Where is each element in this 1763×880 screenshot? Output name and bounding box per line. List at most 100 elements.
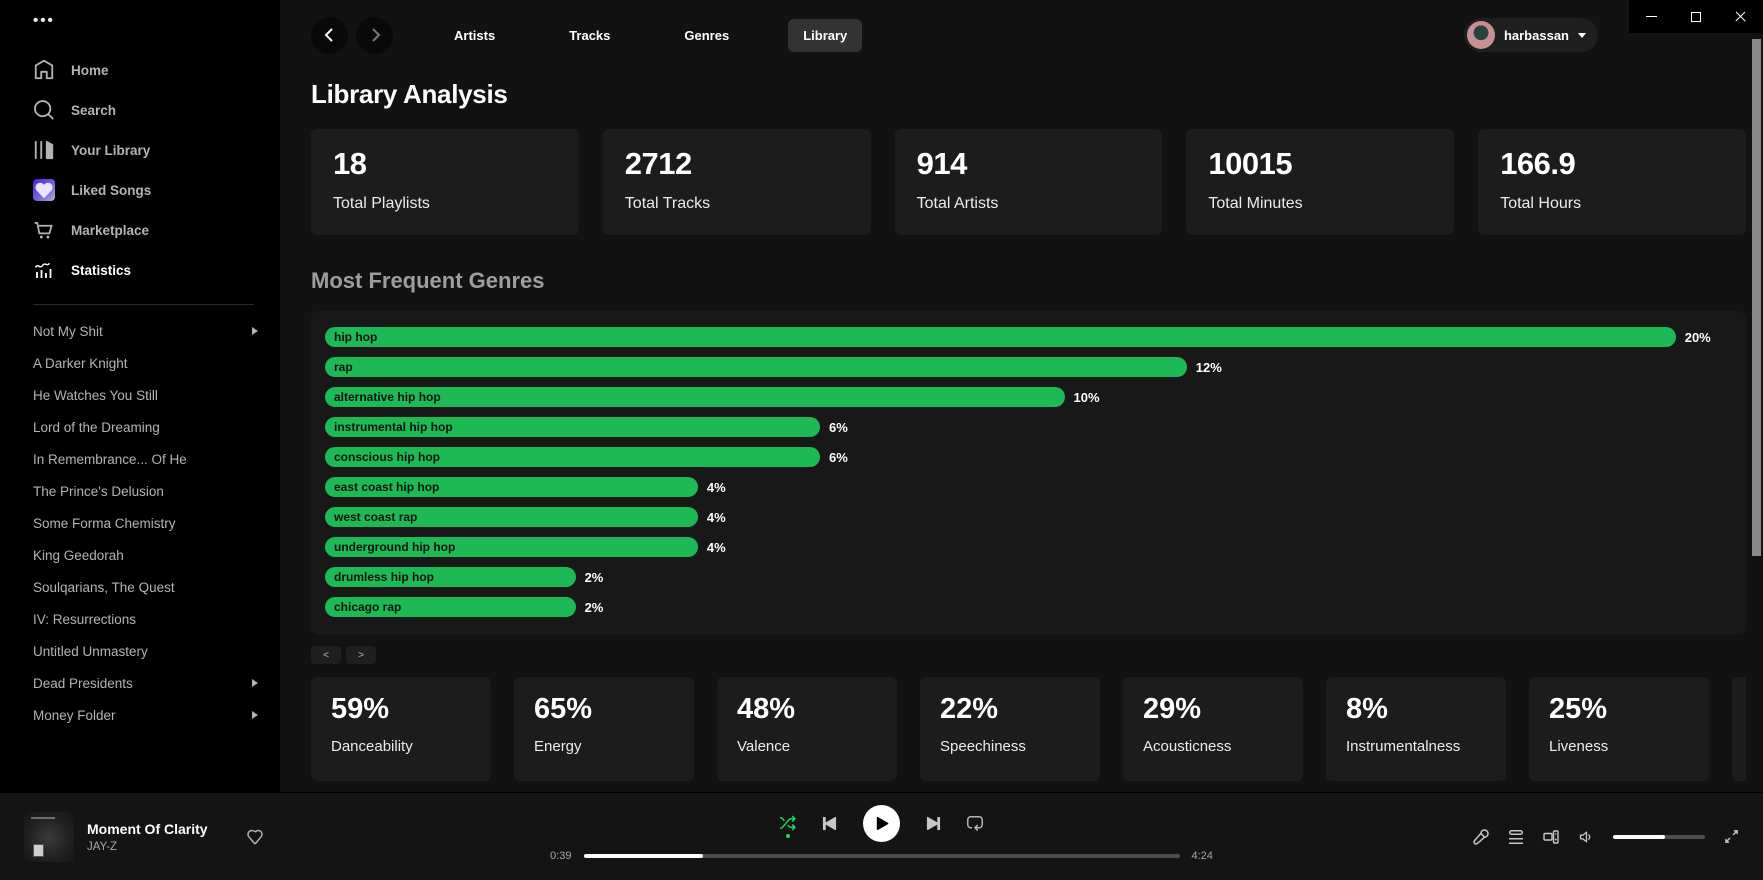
stat-label: Total Playlists	[333, 195, 557, 213]
tab-genres[interactable]: Genres	[669, 19, 744, 52]
minimize-button[interactable]	[1629, 0, 1674, 33]
like-track-button[interactable]	[247, 829, 263, 845]
sidebar-playlist-item[interactable]: Untitled Unmastery	[33, 635, 280, 667]
app-menu-icon[interactable]: •••	[33, 14, 280, 28]
sidebar-playlist-item[interactable]: IV: Resurrections	[33, 603, 280, 635]
playlist-label: IV: Resurrections	[33, 612, 136, 627]
sidebar-item-marketplace[interactable]: Marketplace	[33, 210, 280, 250]
feature-card: 59%Danceability	[311, 677, 491, 781]
repeat-icon	[967, 815, 983, 831]
feature-label: Valence	[737, 738, 877, 755]
genre-bar-label: drumless hip hop	[334, 570, 434, 584]
sidebar-item-statistics[interactable]: Statistics	[33, 250, 280, 290]
genre-bar: underground hip hop	[325, 537, 698, 557]
sidebar-item-liked-songs[interactable]: Liked Songs	[33, 170, 280, 210]
tab-artists[interactable]: Artists	[439, 19, 510, 52]
previous-button[interactable]	[822, 816, 837, 831]
heart-icon	[247, 829, 263, 845]
sidebar-item-home[interactable]: Home	[33, 50, 280, 90]
folder-arrow-icon	[252, 711, 258, 719]
back-button[interactable]	[311, 17, 348, 54]
tab-tracks[interactable]: Tracks	[554, 19, 625, 52]
genre-bar: alternative hip hop	[325, 387, 1065, 407]
page-next-button[interactable]: >	[346, 646, 376, 664]
sidebar-playlist-item[interactable]: Soulqarians, The Quest	[33, 571, 280, 603]
statistics-icon	[33, 259, 55, 281]
playlist-label: He Watches You Still	[33, 388, 158, 403]
microphone-icon	[1473, 829, 1489, 845]
volume-slider[interactable]	[1613, 835, 1705, 839]
sidebar-item-your-library[interactable]: Your Library	[33, 130, 280, 170]
progress-row: 0:39 4:24	[544, 850, 1220, 862]
sidebar-item-label: Liked Songs	[71, 183, 151, 198]
stat-label: Total Artists	[917, 195, 1141, 213]
sidebar-item-label: Statistics	[71, 263, 131, 278]
next-button[interactable]	[926, 816, 941, 831]
sidebar-item-label: Home	[71, 63, 109, 78]
shuffle-icon	[780, 815, 796, 831]
scrollbar-thumb[interactable]	[1752, 39, 1761, 556]
genre-bar-label: underground hip hop	[334, 540, 455, 554]
feature-label: Speechiness	[940, 738, 1080, 755]
sidebar-item-search[interactable]: Search	[33, 90, 280, 130]
genre-bar-value: 4%	[707, 540, 726, 555]
progress-fill	[584, 854, 703, 858]
sidebar-playlist-item[interactable]: In Remembrance... Of He	[33, 443, 280, 475]
genre-bar-label: instrumental hip hop	[334, 420, 453, 434]
connect-device-button[interactable]	[1543, 829, 1559, 845]
playlist-label: In Remembrance... Of He	[33, 452, 187, 467]
shuffle-button[interactable]	[780, 815, 796, 831]
repeat-button[interactable]	[967, 815, 983, 831]
folder-arrow-icon	[252, 679, 258, 687]
sidebar-playlist-item[interactable]: Lord of the Dreaming	[33, 411, 280, 443]
genre-bar-row: instrumental hip hop6%	[325, 417, 1732, 437]
track-artist[interactable]: JAY-Z	[87, 841, 208, 853]
volume-button[interactable]	[1578, 829, 1594, 845]
window-controls	[1629, 0, 1763, 33]
genre-bar-label: conscious hip hop	[334, 450, 440, 464]
fullscreen-button[interactable]	[1724, 829, 1739, 844]
queue-button[interactable]	[1508, 829, 1524, 845]
genre-bar-row: alternative hip hop10%	[325, 387, 1732, 407]
page-prev-button[interactable]: <	[311, 646, 341, 664]
playlist-label: Lord of the Dreaming	[33, 420, 160, 435]
audio-feature-cards-row: 59%Danceability65%Energy48%Valence22%Spe…	[311, 677, 1746, 781]
tab-library[interactable]: Library	[788, 19, 862, 52]
maximize-button[interactable]	[1674, 0, 1719, 33]
lyrics-button[interactable]	[1473, 829, 1489, 845]
page-title: Library Analysis	[311, 79, 1746, 110]
sidebar-playlist-item[interactable]: He Watches You Still	[33, 379, 280, 411]
genre-bar-row: east coast hip hop4%	[325, 477, 1732, 497]
sidebar-playlist-item[interactable]: A Darker Knight	[33, 347, 280, 379]
close-icon	[1734, 10, 1747, 23]
track-title[interactable]: Moment Of Clarity	[87, 821, 208, 837]
feature-card: 8%Instrumentalness	[1326, 677, 1506, 781]
sidebar-playlist-item[interactable]: King Geedorah	[33, 539, 280, 571]
user-menu[interactable]: harbassan	[1464, 18, 1598, 52]
genre-bar-value: 4%	[707, 510, 726, 525]
liked-songs-icon	[33, 179, 55, 201]
play-button[interactable]	[863, 805, 900, 842]
cart-icon	[33, 219, 55, 241]
player-right-controls	[1473, 829, 1739, 845]
close-button[interactable]	[1718, 0, 1763, 33]
genre-bar-value: 6%	[829, 450, 848, 465]
sidebar-playlist-item[interactable]: Some Forma Chemistry	[33, 507, 280, 539]
stat-value: 2712	[625, 146, 849, 182]
genre-bar: hip hop	[325, 327, 1676, 347]
playlist-label: Not My Shit	[33, 324, 103, 339]
sidebar-playlist-item[interactable]: The Prince's Delusion	[33, 475, 280, 507]
sidebar-playlist-item[interactable]: Money Folder	[33, 699, 280, 731]
sidebar-playlist-item[interactable]: Not My Shit	[33, 315, 280, 347]
sidebar-playlist-item[interactable]: Dead Presidents	[33, 667, 280, 699]
genre-bar: rap	[325, 357, 1187, 377]
stat-label: Total Minutes	[1208, 195, 1432, 213]
player-center: 0:39 4:24	[544, 803, 1220, 862]
playlist-label: Untitled Unmastery	[33, 644, 148, 659]
progress-bar[interactable]	[584, 854, 1180, 858]
feature-value: 65%	[534, 693, 674, 726]
forward-button[interactable]	[356, 17, 393, 54]
feature-value: 48%	[737, 693, 877, 726]
feature-card: 48% Valence	[717, 677, 897, 781]
album-art[interactable]	[24, 812, 74, 862]
